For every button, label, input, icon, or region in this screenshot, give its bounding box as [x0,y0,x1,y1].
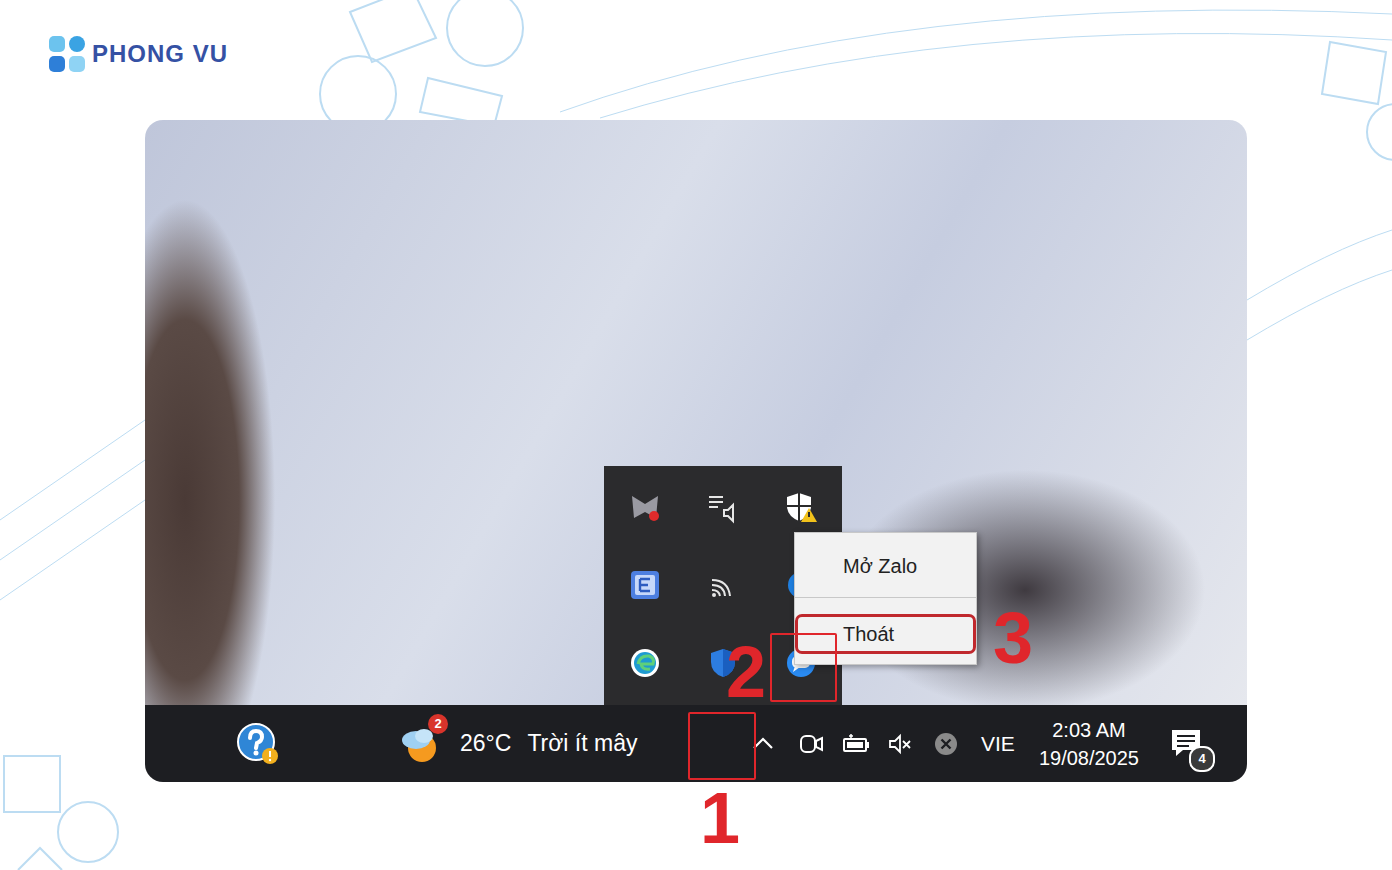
weather-condition: Trời ít mây [527,730,637,757]
menu-item[interactable]: Thoát [795,614,976,654]
battery-icon[interactable] [841,730,871,758]
menu-item[interactable]: Mở Zalo [795,541,976,591]
edge-icon [628,646,662,680]
tray-item[interactable] [606,546,684,624]
weather-badge: 2 [428,714,448,734]
wireless-icon [706,568,740,602]
input-language[interactable]: VIE [981,732,1015,756]
taskbar: 2 26°C Trời ít mây VIE 2:03 AM19/08/2025 4 [145,705,1247,782]
tray-item[interactable] [684,468,762,546]
speaker-muted-icon[interactable] [887,730,913,758]
context-menu: Mở Zalo Thoát [794,532,977,665]
camera-icon[interactable] [797,730,825,758]
audio-list-icon [706,490,740,524]
weather-temperature: 26°C [460,730,511,757]
defender-shield-icon [706,646,740,680]
clock-time: 2:03 AM [1052,716,1125,744]
brand-name: PHONG VU [92,35,228,73]
screenshot-frame: 2 26°C Trời ít mây VIE 2:03 AM19/08/2025 4 Mở … [145,120,1247,782]
page: PHONG VU 2 26°C Trời ít mây VIE 2:03 AM19/08/… [0,0,1392,870]
chevron-up-icon [749,730,777,758]
tray-item[interactable] [606,624,684,702]
menu-separator [795,597,976,598]
clock-date: 19/08/2025 [1039,744,1139,772]
brand-header: PHONG VU [0,0,1392,120]
disconnected-icon[interactable] [933,730,959,758]
tray-chevron-button[interactable] [729,710,797,778]
help-icon[interactable] [236,722,280,766]
tray-item[interactable] [684,546,762,624]
weather-widget[interactable]: 226°CTrời ít mây [398,722,637,766]
notification-badge: 4 [1189,746,1215,772]
system-tray: VIE 2:03 AM19/08/2025 4 [729,710,1207,778]
blue-app-icon [628,568,662,602]
security-warning-icon [784,490,818,524]
tray-item[interactable] [606,468,684,546]
tray-item[interactable] [684,624,762,702]
antivirus-icon [628,490,662,524]
clock[interactable]: 2:03 AM19/08/2025 [1039,716,1139,772]
annotation-number: 1 [700,782,740,854]
notification-center-button[interactable]: 4 [1167,724,1207,764]
brand-logo-icon [48,35,86,73]
